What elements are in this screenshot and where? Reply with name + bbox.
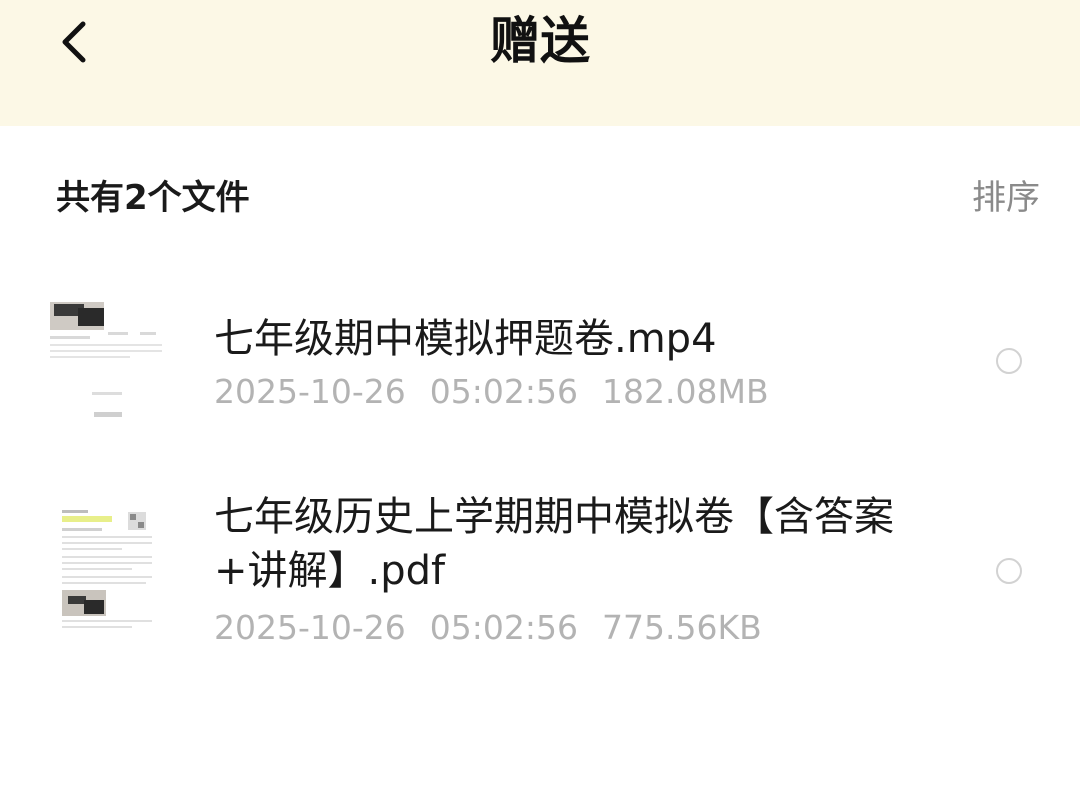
select-radio[interactable] — [996, 348, 1022, 374]
select-radio[interactable] — [996, 558, 1022, 584]
file-size: 775.56KB — [602, 608, 762, 647]
page-title: 赠送 — [490, 12, 590, 70]
file-time: 05:02:56 — [429, 372, 578, 411]
sort-button[interactable]: 排序 — [972, 176, 1040, 220]
file-name: 七年级历史上学期期中模拟卷【含答案+讲解】.pdf — [214, 494, 894, 594]
file-list-item[interactable]: 七年级历史上学期期中模拟卷【含答案+讲解】.pdf 2025-10-26 05:0… — [0, 490, 1080, 660]
file-date: 2025-10-26 — [214, 608, 406, 647]
file-date: 2025-10-26 — [214, 372, 406, 411]
pdf-thumbnail-icon — [48, 504, 166, 634]
file-name: 七年级期中模拟押题卷.mp4 — [214, 316, 717, 362]
file-meta: 2025-10-26 05:02:56 182.08MB — [214, 370, 769, 414]
file-meta: 2025-10-26 05:02:56 775.56KB — [214, 606, 762, 650]
file-count-label: 共有2个文件 — [56, 178, 250, 218]
file-size: 182.08MB — [602, 372, 769, 411]
top-bar: 赠送 — [0, 0, 1080, 126]
file-time: 05:02:56 — [429, 608, 578, 647]
file-list-item[interactable]: 七年级期中模拟押题卷.mp4 2025-10-26 05:02:56 182.08M… — [0, 290, 1080, 440]
file-summary-row: 共有2个文件 排序 — [0, 170, 1080, 230]
video-thumbnail-icon — [48, 300, 166, 430]
